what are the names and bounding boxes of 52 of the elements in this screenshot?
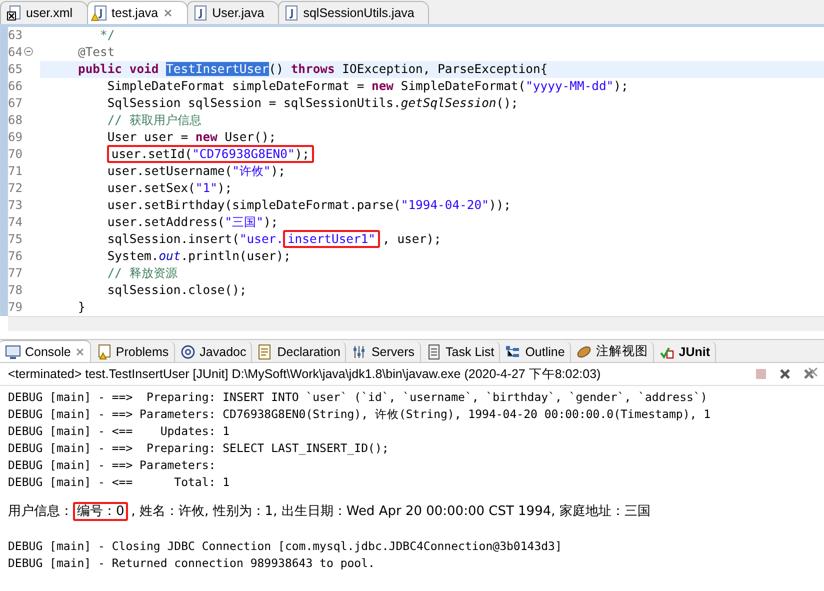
clipboard-icon <box>426 344 442 360</box>
code-line: public void TestInsertUser() throws IOException, ParseException{ <box>77 61 548 78</box>
spiral-icon <box>180 344 196 360</box>
stop-icon[interactable] <box>754 367 768 381</box>
code-line: User user = new User(); <box>106 129 276 146</box>
view-tab[interactable]: Task List <box>420 341 500 362</box>
editor-tab[interactable]: user.xml <box>0 1 88 24</box>
horizontal-scrollbar[interactable] <box>8 316 824 331</box>
log-line: DEBUG [main] - ==> Parameters: CD76938G8EN0(String), 许攸(String), 1994-04-20 00:00:00.0(Timestamp), 1 <box>8 406 712 423</box>
code-line: SimpleDateFormat simpleDateFormat = new SimpleDateFormat("yyyy-MM-dd"); <box>106 78 628 95</box>
line-number: 65 <box>8 61 40 78</box>
warning-icon <box>90 13 99 21</box>
log-line: DEBUG [main] - ==> Parameters: <box>8 457 217 474</box>
monitor-icon <box>5 344 21 360</box>
code-line: // 获取用户信息 <box>106 112 202 129</box>
outline-tree-icon <box>505 344 522 360</box>
remove-icon[interactable] <box>778 367 792 381</box>
remove-all-icon[interactable] <box>802 367 818 381</box>
warning-list-icon <box>96 344 112 360</box>
code-line: SqlSession sqlSession = sqlSessionUtils.getSqlSession(); <box>106 95 518 112</box>
log-line: DEBUG [main] - ==> Preparing: INSERT INTO `user` (`id`, `username`, `birthday`, `gender`, `address`) <box>8 389 708 406</box>
bean-icon <box>576 344 592 360</box>
code-line: sqlSession.close(); <box>106 282 247 299</box>
editor-tab[interactable]: sqlSessionUtils.java <box>278 1 430 24</box>
code-line: user.setAddress("三国"); <box>106 214 278 231</box>
code-line: user.setBirthday(simpleDateFormat.parse("1994-04-20")); <box>106 197 511 214</box>
log-line: DEBUG [main] - ==> Preparing: SELECT LAST_INSERT_ID(); <box>8 440 390 457</box>
launch-status: <terminated> test.TestInsertUser [JUnit] D:\MySoft\Work\java\jdk1.8\bin\javaw.exe (2020-4-27 下午8:02:03) <box>8 366 602 382</box>
java-file-icon <box>285 5 298 21</box>
log-line: DEBUG [main] - Returned connection 989938643 to pool. <box>8 555 376 572</box>
view-tab[interactable]: Console <box>0 340 91 362</box>
sliders-icon <box>351 344 368 360</box>
fold-icon[interactable] <box>24 47 33 56</box>
document-icon <box>257 344 274 360</box>
code-line: // 释放资源 <box>106 265 178 282</box>
log-line: DEBUG [main] - <== Updates: 1 <box>8 423 231 440</box>
code-line: System.out.println(user); <box>106 248 291 265</box>
log-line: DEBUG [main] - Closing JDBC Connection [com.mysql.jdbc.JDBC4Connection@3b0143d3] <box>8 538 563 555</box>
xml-file-icon <box>7 5 21 21</box>
program-output: 用户信息： 编号：0 , 姓名：许攸, 性别为：1, 出生日期：Wed Apr 20 00:00:00 CST 1994, 家庭地址：三国 <box>8 503 652 520</box>
code-line: user.setSex("1"); <box>106 180 232 197</box>
code-line: } <box>77 299 86 316</box>
close-icon[interactable] <box>74 346 85 356</box>
log-line: DEBUG [main] - <== Total: 1 <box>8 474 231 491</box>
java-file-icon <box>194 5 208 21</box>
code-line: sqlSession.insert("user. insertUser1" , user); <box>106 231 442 248</box>
close-icon[interactable] <box>163 8 174 18</box>
editor-tab[interactable]: test.java <box>86 1 188 24</box>
view-tab[interactable]: Javadoc <box>174 341 252 362</box>
code-line: */ <box>99 27 115 44</box>
code-line: @Test <box>77 44 115 61</box>
code-line: user.setUsername("许攸"); <box>106 163 286 180</box>
